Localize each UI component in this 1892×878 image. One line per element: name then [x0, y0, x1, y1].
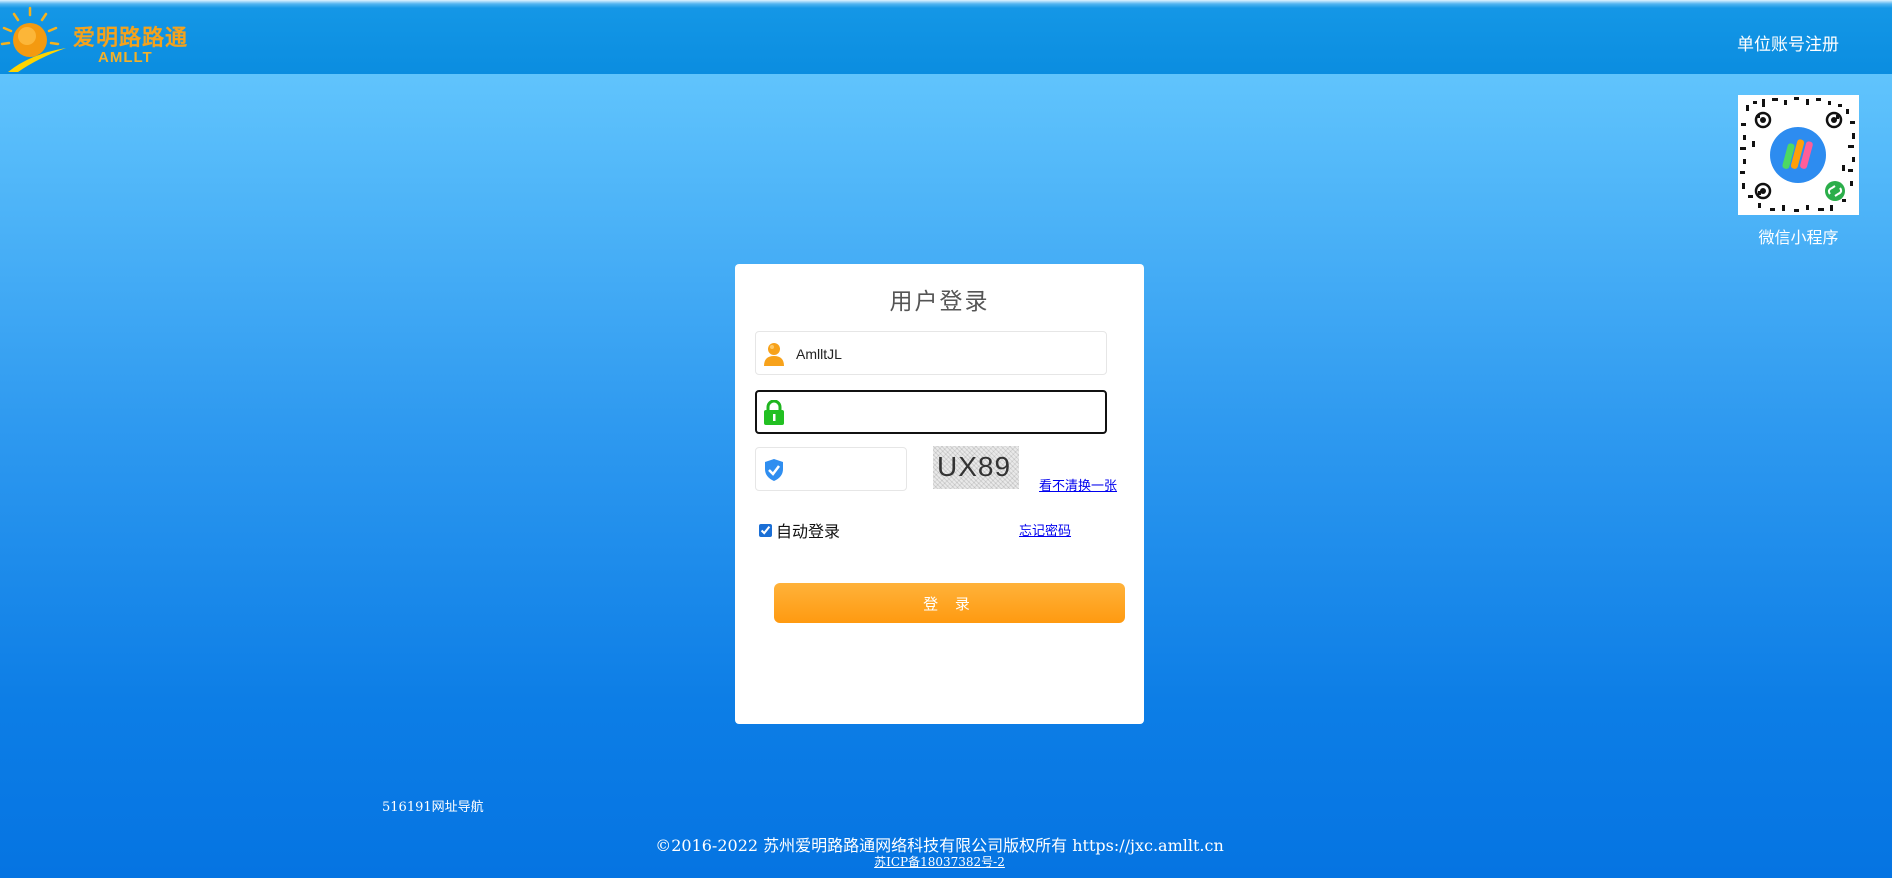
refresh-captcha-link[interactable]: 看不清换一张 — [1039, 475, 1117, 494]
shield-check-icon — [765, 459, 783, 481]
logo-text-cn: 爱明路路通 — [73, 26, 189, 51]
captcha-image[interactable]: UX89 — [933, 446, 1019, 489]
captcha-field[interactable] — [755, 447, 907, 491]
forgot-password-link[interactable]: 忘记密码 — [1019, 520, 1071, 539]
lock-icon — [764, 400, 784, 425]
user-icon — [764, 343, 784, 366]
password-input[interactable] — [795, 397, 1099, 429]
login-panel: 用户登录 UX89 看不清换一张 自动登录 忘记密码 登 录 — [735, 264, 1144, 724]
auto-login-checkbox[interactable] — [759, 523, 772, 537]
username-field[interactable] — [755, 331, 1107, 375]
login-title: 用户登录 — [889, 289, 990, 315]
site-logo[interactable]: 爱明路路通 AMLLT — [0, 6, 190, 74]
logo-text-en: AMLLT — [98, 49, 153, 66]
captcha-input[interactable] — [794, 454, 902, 486]
icp-link[interactable]: 苏ICP备18037382号-2 — [874, 855, 1005, 869]
register-link[interactable]: 单位账号注册 — [1737, 30, 1839, 55]
sun-logo-icon — [0, 6, 66, 72]
qr-code-icon — [1738, 95, 1859, 215]
username-input[interactable] — [794, 338, 1098, 370]
wechat-qr-code — [1738, 95, 1859, 215]
login-button[interactable]: 登 录 — [774, 583, 1125, 623]
auto-login-label: 自动登录 — [776, 522, 841, 541]
captcha-text: UX89 — [937, 451, 1012, 482]
auto-login-option[interactable]: 自动登录 — [757, 518, 840, 542]
top-header: 爱明路路通 AMLLT 单位账号注册 — [0, 0, 1892, 74]
qr-caption: 微信小程序 — [1758, 228, 1839, 247]
password-field[interactable] — [755, 390, 1107, 434]
footer-nav-link[interactable]: 516191网址导航 — [382, 796, 484, 815]
icp-record: 苏ICP备18037382号-2 — [0, 853, 1879, 870]
